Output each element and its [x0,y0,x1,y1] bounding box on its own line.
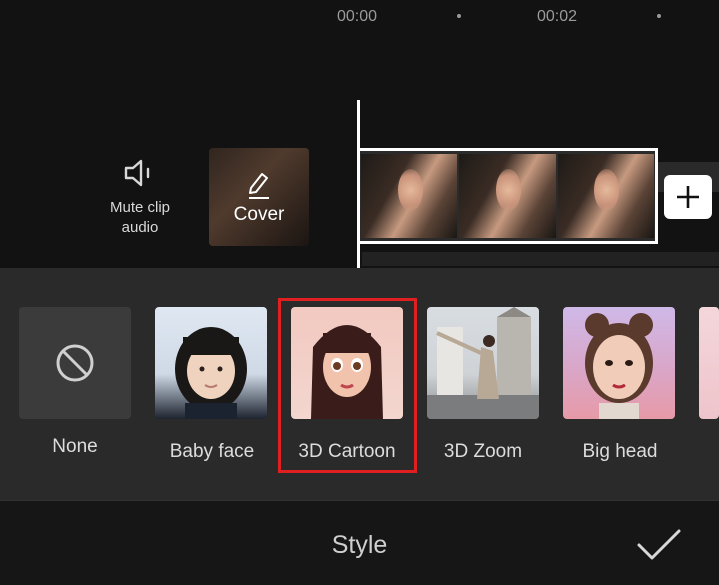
clip-frame [459,154,556,238]
cover-label: Cover [233,204,285,225]
time-dot [657,14,661,18]
time-marker-start: 00:00 [337,8,378,25]
audio-track [362,252,719,266]
style-option-big-head[interactable] [563,307,675,419]
style-option-next[interactable] [699,307,719,419]
3d-zoom-thumbnail [427,307,539,419]
style-label-none: None [52,436,98,457]
style-label-big-head: Big head [582,441,658,462]
clip-frame [361,154,458,238]
style-label-baby-face: Baby face [169,441,255,462]
time-marker-mid: 00:02 [537,8,578,25]
speaker-icon [124,159,150,187]
clip-frame [557,154,654,238]
style-label-3d-zoom: 3D Zoom [443,441,523,462]
checkmark-icon[interactable] [636,527,682,563]
video-clip[interactable] [360,148,658,244]
timeline-area: 00:00 00:02 Mute clip audio Cover [0,0,719,268]
selected-style-highlight [278,298,417,473]
style-option-baby-face[interactable] [155,307,267,419]
style-option-none[interactable] [19,307,131,419]
style-option-3d-zoom[interactable] [427,307,539,419]
mute-label-line1: Mute clip [109,199,171,216]
none-icon [56,344,94,382]
mute-clip-audio-button[interactable]: Mute clip audio [100,158,180,238]
add-clip-button[interactable] [664,175,712,219]
time-dot [457,14,461,18]
panel-title: Style [331,531,388,559]
mute-label-line2: audio [121,219,159,236]
baby-face-thumbnail [175,327,247,419]
bottom-bar: Style [0,500,719,585]
cover-button[interactable]: Cover [209,148,309,246]
plus-icon [677,186,699,208]
pencil-icon [249,173,269,199]
playhead[interactable] [357,100,360,268]
big-head-thumbnail [585,313,653,419]
